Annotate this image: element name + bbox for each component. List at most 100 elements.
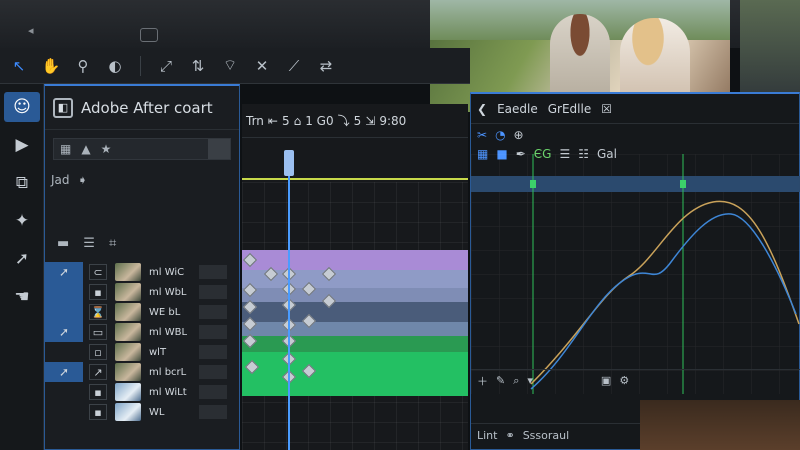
layer-field[interactable]	[199, 265, 227, 279]
tab-editor[interactable]: Eaedle	[497, 102, 538, 116]
arrow-icon[interactable]: ➚	[4, 244, 40, 274]
graph-tabs: ❮ Eaedle GrEdlle ☒	[471, 94, 799, 124]
play-icon[interactable]: ▶	[4, 130, 40, 160]
tab-graph-editor[interactable]: GrEdlle	[548, 102, 591, 116]
layer-field[interactable]	[199, 285, 227, 299]
layer-bar[interactable]	[242, 302, 468, 322]
layer-switch-icon[interactable]: ⌛	[89, 304, 107, 320]
person-icon[interactable]: ☺	[4, 92, 40, 122]
pin-icon[interactable]: ✕	[251, 55, 273, 77]
selection-icon[interactable]: ↖	[8, 55, 30, 77]
status-label: Sssoraul	[522, 429, 570, 442]
layer-name: ml WiLt	[149, 386, 187, 398]
add-icon[interactable]: ⊕	[514, 128, 524, 142]
pen-icon[interactable]: ✎	[496, 374, 505, 387]
layer-row[interactable]: ➚ ↗ ml bcrL	[45, 362, 239, 382]
anchor-icon[interactable]: ⤢	[155, 55, 177, 77]
layer-row[interactable]: ▫ wlT	[45, 342, 239, 362]
arrow-icon[interactable]: ⇲	[365, 114, 375, 128]
layer-row[interactable]: ▪ ml WiLt	[45, 382, 239, 402]
back-arrow-icon[interactable]: ◂	[28, 24, 34, 37]
lock-icon[interactable]	[140, 28, 158, 42]
puppet-icon[interactable]: ⇅	[187, 55, 209, 77]
layer-name: ml bcrL	[149, 366, 187, 378]
search-prefix: Jad	[51, 173, 70, 187]
layer-select-icon[interactable]	[45, 342, 83, 362]
layer-switch-icon[interactable]: ▪	[89, 284, 107, 300]
graph-curve-area[interactable]	[471, 154, 800, 394]
layer-row[interactable]: ➚ ▭ ml WBL	[45, 322, 239, 342]
text-icon[interactable]: ⇄	[315, 55, 337, 77]
layer-bar[interactable]	[242, 250, 468, 270]
layer-thumbnail	[115, 263, 141, 281]
layer-select-icon[interactable]: ➚	[45, 322, 83, 342]
layer-row[interactable]: ⌛ WE bL	[45, 302, 239, 322]
arrow-icon[interactable]: ⤵	[338, 112, 350, 129]
arrow-icon[interactable]: ➧	[78, 173, 88, 187]
bezier-icon[interactable]: ◔	[495, 128, 505, 142]
star-icon[interactable]: ★	[101, 142, 112, 156]
settings-icon[interactable]: ⚙	[619, 374, 629, 387]
list-icon[interactable]: ☰	[83, 236, 95, 251]
layer-field[interactable]	[199, 345, 227, 359]
hand-icon[interactable]: ☚	[4, 282, 40, 312]
zoom-icon[interactable]: ⚲	[72, 55, 94, 77]
hierarchy-icon[interactable]: ⌗	[109, 236, 116, 251]
project-search[interactable]: ▦ ▲ ★	[53, 138, 231, 160]
layer-row[interactable]: ▪ ml WbL	[45, 282, 239, 302]
home-icon[interactable]: ⌂	[294, 114, 302, 128]
playhead[interactable]	[288, 150, 290, 450]
timeline-ruler[interactable]	[242, 138, 468, 182]
comment-icon[interactable]: ▬	[57, 236, 69, 251]
layer-bar[interactable]	[242, 336, 468, 352]
layer-row[interactable]: ▪ WL	[45, 402, 239, 422]
layer-select-icon[interactable]	[45, 402, 83, 422]
link-icon[interactable]: ⚭	[505, 429, 514, 442]
arrow-icon[interactable]: ⇤	[268, 114, 278, 128]
plus-icon[interactable]: ＋	[477, 373, 488, 389]
scissors-icon[interactable]: ✂	[477, 128, 487, 142]
layer-field[interactable]	[199, 405, 227, 419]
layer-select-icon[interactable]	[45, 302, 83, 322]
layer-select-icon[interactable]: ➚	[45, 262, 83, 282]
playhead-handle[interactable]	[284, 150, 294, 176]
layer-field[interactable]	[199, 385, 227, 399]
copy-icon[interactable]: ⧉	[4, 168, 40, 198]
close-icon[interactable]: ☒	[601, 102, 612, 116]
layer-row[interactable]: ➚ ⊂ ml WiC	[45, 262, 239, 282]
hand-icon[interactable]: ✋	[40, 55, 62, 77]
zoom-icon[interactable]: ⌕	[513, 374, 519, 388]
layer-switch-icon[interactable]: ⊂	[89, 264, 107, 280]
graph-selection-band	[471, 176, 800, 192]
layer-switch-icon[interactable]: ▪	[89, 404, 107, 420]
layer-select-icon[interactable]	[45, 282, 83, 302]
trash-icon[interactable]: ▣	[601, 374, 611, 387]
status-label: Lint	[477, 429, 498, 442]
roto-icon[interactable]: ⌔	[219, 55, 241, 77]
layer-bar[interactable]	[242, 288, 468, 302]
layer-select-icon[interactable]: ➚	[45, 362, 83, 382]
layer-bar[interactable]	[242, 352, 468, 396]
grid-icon[interactable]: ▦	[60, 142, 71, 156]
layer-field[interactable]	[199, 365, 227, 379]
timeline-panel: Trn ⇤ 5 ⌂ 1 G0 ⤵ 5 ⇲ 9:80	[242, 104, 468, 450]
graph-footer: ＋ ✎ ⌕ ▾ ▣ ⚙	[471, 369, 800, 391]
layer-name: WE bL	[149, 306, 181, 318]
dropdown-button[interactable]	[208, 139, 230, 159]
layer-switch-icon[interactable]: ▪	[89, 384, 107, 400]
layer-field[interactable]	[199, 325, 227, 339]
pin-icon[interactable]: ✦	[4, 206, 40, 236]
shape-icon[interactable]: ⟋	[283, 55, 305, 77]
work-area-bar[interactable]	[242, 178, 468, 180]
layer-switch-icon[interactable]: ▫	[89, 344, 107, 360]
layer-switch-icon[interactable]: ▭	[89, 324, 107, 340]
back-arrow-icon[interactable]: ❮	[477, 102, 487, 116]
layer-field[interactable]	[199, 305, 227, 319]
layer-thumbnail	[115, 383, 141, 401]
time-value: 9:80	[379, 113, 407, 128]
dropdown-icon[interactable]: ▾	[527, 374, 533, 387]
triangle-icon[interactable]: ▲	[81, 142, 90, 156]
pen-icon[interactable]: ◐	[104, 55, 126, 77]
layer-switch-icon[interactable]: ↗	[89, 364, 107, 380]
layer-select-icon[interactable]	[45, 382, 83, 402]
